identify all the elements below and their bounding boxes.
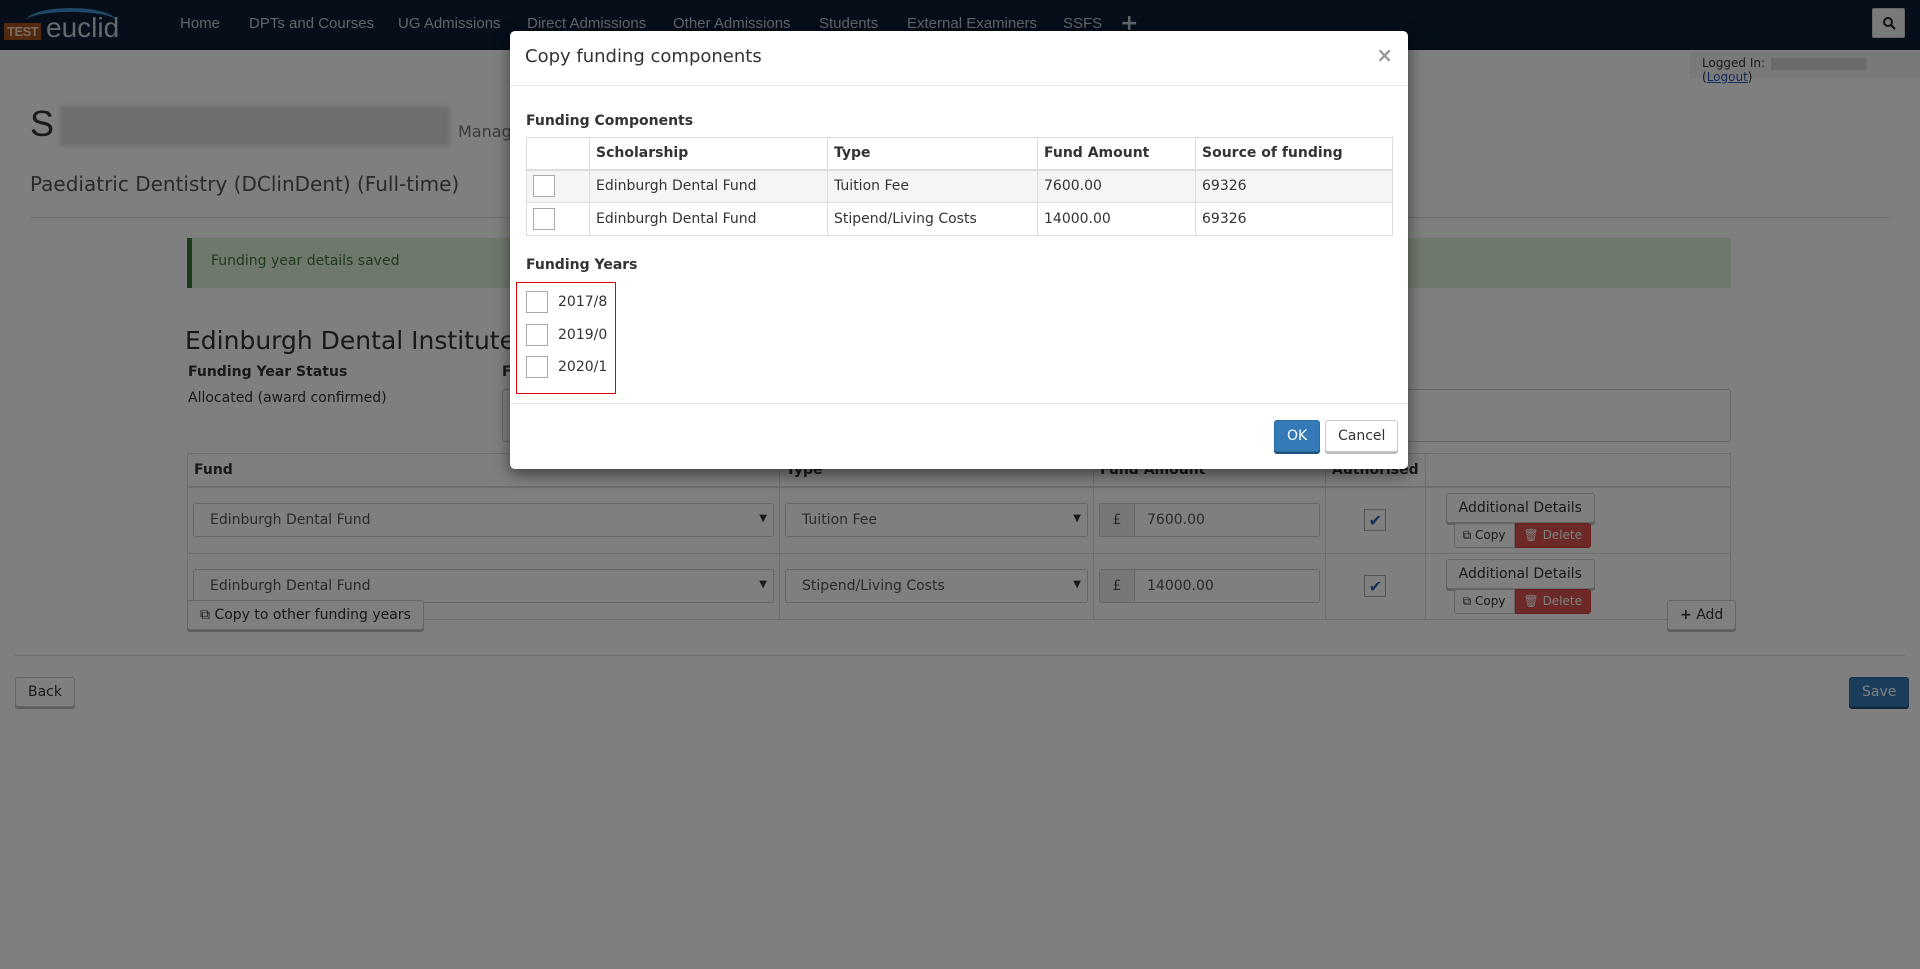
funding-components-label: Funding Components — [526, 113, 694, 129]
year-checkbox[interactable] — [526, 291, 548, 313]
ok-button[interactable]: OK — [1274, 420, 1321, 452]
year-option-2019-0[interactable]: 2019/0 — [526, 324, 607, 346]
copy-funding-components-modal: Copy funding components × Funding Compon… — [510, 31, 1408, 469]
type-cell: Tuition Fee — [827, 169, 1038, 203]
year-checkbox[interactable] — [526, 324, 548, 346]
component-checkbox[interactable] — [533, 175, 555, 198]
col-select — [526, 137, 590, 171]
modal-title: Copy funding components — [525, 46, 762, 67]
source-cell: 69326 — [1195, 169, 1393, 203]
year-label: 2017/8 — [558, 294, 608, 310]
funding-years-highlight: 2017/8 2019/0 2020/1 — [516, 282, 616, 394]
year-checkbox[interactable] — [526, 356, 548, 378]
amount-cell: 14000.00 — [1037, 202, 1196, 236]
year-label: 2020/1 — [558, 359, 608, 375]
col-type: Type — [827, 137, 1038, 171]
table-row: Edinburgh Dental Fund Tuition Fee 7600.0… — [526, 169, 1393, 203]
year-label: 2019/0 — [558, 327, 608, 343]
components-table: Scholarship Type Fund Amount Source of f… — [526, 137, 1393, 236]
table-header: Scholarship Type Fund Amount Source of f… — [526, 137, 1393, 171]
col-scholarship: Scholarship — [589, 137, 828, 171]
modal-footer: OK Cancel — [510, 403, 1408, 469]
type-cell: Stipend/Living Costs — [827, 202, 1038, 236]
table-row: Edinburgh Dental Fund Stipend/Living Cos… — [526, 202, 1393, 236]
component-checkbox[interactable] — [533, 208, 555, 230]
year-option-2017-8[interactable]: 2017/8 — [526, 291, 607, 313]
scholarship-cell: Edinburgh Dental Fund — [589, 202, 828, 236]
year-option-2020-1[interactable]: 2020/1 — [526, 356, 607, 378]
col-fund-amount: Fund Amount — [1037, 137, 1196, 171]
close-icon[interactable]: × — [1376, 43, 1393, 67]
scholarship-cell: Edinburgh Dental Fund — [589, 169, 828, 203]
cancel-button[interactable]: Cancel — [1325, 420, 1399, 452]
funding-years-label: Funding Years — [526, 257, 638, 273]
source-cell: 69326 — [1195, 202, 1393, 236]
amount-cell: 7600.00 — [1037, 169, 1196, 203]
modal-header: Copy funding components × — [510, 31, 1408, 86]
col-source: Source of funding — [1195, 137, 1393, 171]
